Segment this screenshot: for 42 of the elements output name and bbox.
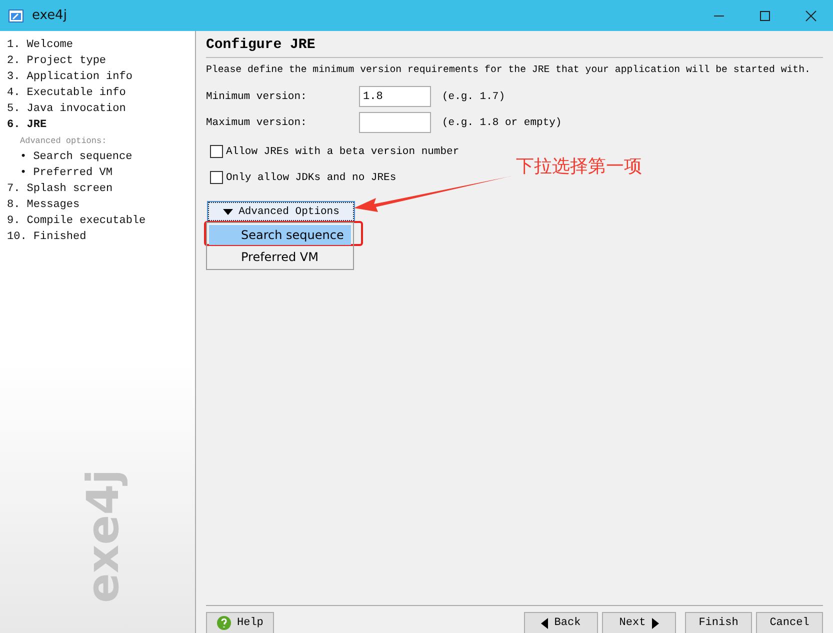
window-title: exe4j: [32, 8, 67, 23]
description: Please define the minimum version requirements for the JRE that your application will be started with.: [206, 64, 810, 75]
maximize-icon[interactable]: [759, 10, 771, 22]
caret-icon: [222, 208, 233, 214]
checkbox-label: Allow JREs with a beta version number: [226, 146, 460, 158]
step-item[interactable]: 8. Messages: [0, 197, 80, 213]
step-item[interactable]: 3. Application info: [0, 69, 132, 85]
back-button[interactable]: Back: [524, 612, 598, 633]
field-label: Minimum version:: [206, 90, 308, 102]
left-arrow-icon: [541, 618, 548, 628]
checkbox[interactable]: [210, 171, 223, 184]
app-icon: [8, 8, 24, 24]
input-field[interactable]: 1.8: [359, 86, 431, 107]
step-item[interactable]: 1. Welcome: [0, 37, 74, 53]
menu-item[interactable]: Preferred VM: [209, 245, 351, 267]
input-field[interactable]: [359, 112, 431, 133]
section-label: Advanced options:: [19, 135, 107, 148]
step-item[interactable]: • Preferred VM: [0, 165, 112, 181]
step-item[interactable]: • Search sequence: [0, 149, 132, 165]
annotation-text: 下拉选择第一项: [516, 155, 642, 178]
advanced-options-button[interactable]: Advanced Options: [208, 202, 354, 221]
dialog-button[interactable]: Finish: [685, 612, 752, 633]
step-item[interactable]: 2. Project type: [0, 53, 106, 69]
dialog-button[interactable]: Cancel: [756, 612, 823, 633]
next-button[interactable]: Next: [602, 612, 676, 633]
help-button[interactable]: Help: [206, 612, 274, 633]
field-label: Maximum version:: [206, 116, 308, 128]
checkbox[interactable]: [210, 145, 223, 158]
step-item[interactable]: 5. Java invocation: [0, 101, 126, 117]
step-item[interactable]: 4. Executable info: [0, 85, 126, 101]
menu-item[interactable]: Search sequence: [209, 225, 351, 245]
field-hint: (e.g. 1.7): [442, 90, 506, 102]
close-icon[interactable]: [805, 10, 817, 22]
checkbox-label: Only allow JDKs and no JREs: [226, 172, 396, 184]
page-title: Configure JRE: [206, 36, 823, 58]
step-item[interactable]: 10. Finished: [0, 229, 86, 245]
step-item[interactable]: 9. Compile executable: [0, 213, 146, 229]
step-item[interactable]: 6. JRE: [0, 117, 47, 133]
right-arrow-icon: [652, 618, 659, 628]
field-hint: (e.g. 1.8 or empty): [442, 116, 562, 128]
help-icon: [217, 616, 231, 630]
step-item[interactable]: 7. Splash screen: [0, 181, 113, 197]
